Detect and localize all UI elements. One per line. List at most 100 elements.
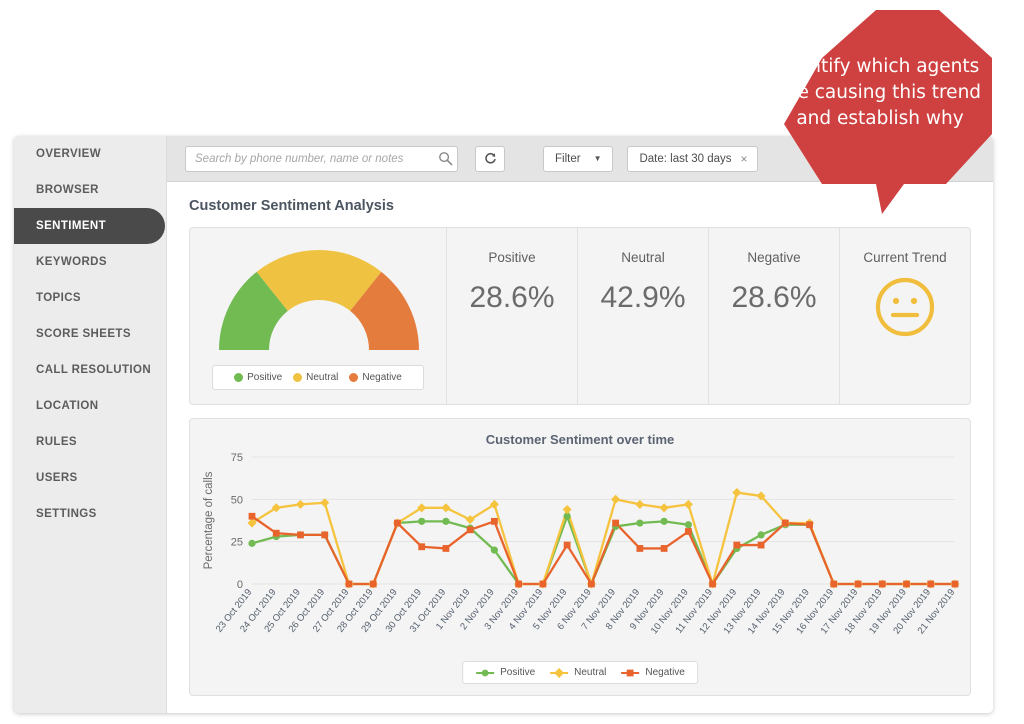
sidebar-item-label: USERS (36, 472, 78, 484)
data-point-neutral (611, 494, 621, 504)
search-box[interactable] (185, 145, 458, 172)
chevron-down-icon: ▼ (593, 154, 602, 163)
kpi-value: 28.6% (469, 281, 555, 314)
data-point-negative (733, 541, 741, 549)
data-point-negative (612, 519, 620, 527)
y-axis-tick-label: 25 (231, 537, 243, 549)
callout-text: Identify which agents are causing this t… (778, 56, 982, 129)
y-axis-tick-label: 75 (231, 452, 243, 464)
kpi-positive: Positive 28.6% (447, 228, 578, 404)
data-point-negative (587, 580, 595, 588)
sentiment-gauge: Positive Neutral Negative (190, 228, 447, 404)
data-point-negative (297, 531, 304, 539)
sidebar-item-users[interactable]: USERS (14, 460, 166, 496)
sidebar-item-label: LOCATION (36, 400, 99, 412)
sentiment-summary-card: Positive Neutral Negative Positive 28.6%… (189, 227, 971, 405)
app-window: OVERVIEW BROWSER SENTIMENT KEYWORDS TOPI… (14, 136, 993, 713)
data-point-negative (781, 519, 789, 527)
close-icon[interactable]: × (741, 152, 748, 166)
search-input[interactable] (186, 151, 433, 166)
series-line-positive (250, 515, 957, 586)
gauge-chart (219, 250, 419, 350)
legend-marker-diamond (550, 667, 569, 678)
date-filter-chip[interactable]: Date: last 30 days × (627, 145, 758, 172)
sidebar-item-label: SENTIMENT (36, 220, 107, 232)
kpi-negative: Negative 28.6% (709, 228, 840, 404)
chart-legend-item-negative: Negative (620, 667, 685, 678)
sidebar-item-location[interactable]: LOCATION (14, 388, 166, 424)
sidebar-item-overview[interactable]: OVERVIEW (14, 136, 166, 172)
data-point-negative (345, 580, 353, 588)
data-point-negative (660, 545, 668, 552)
legend-marker-circle (476, 669, 495, 676)
sidebar-item-call-resolution[interactable]: CALL RESOLUTION (14, 352, 166, 388)
data-point-negative (442, 545, 450, 552)
sidebar-item-browser[interactable]: BROWSER (14, 172, 166, 208)
search-icon[interactable] (433, 147, 457, 171)
data-point-negative (951, 580, 959, 588)
page-title: Customer Sentiment Analysis (189, 198, 394, 214)
sentiment-line-chart: 0255075Percentage of calls23 Oct 201924 … (203, 452, 960, 636)
sidebar-item-rules[interactable]: RULES (14, 424, 166, 460)
refresh-button[interactable] (475, 145, 505, 172)
sidebar-item-sentiment[interactable]: SENTIMENT (14, 208, 165, 244)
sidebar-item-label: BROWSER (36, 184, 99, 196)
data-point-positive (684, 521, 692, 529)
sidebar-item-settings[interactable]: SETTINGS (14, 496, 166, 532)
series-line-negative (250, 515, 957, 586)
sidebar-item-keywords[interactable]: KEYWORDS (14, 244, 166, 280)
kpi-value: 28.6% (731, 281, 817, 314)
sidebar-item-label: RULES (36, 436, 77, 448)
data-point-negative (684, 528, 692, 535)
kpi-label: Negative (747, 250, 801, 265)
content-area: Filter ▼ Date: last 30 days × Customer S… (166, 136, 993, 713)
kpi-neutral: Neutral 42.9% (578, 228, 709, 404)
sidebar-item-label: OVERVIEW (36, 148, 101, 160)
data-point-neutral (295, 499, 306, 509)
data-point-negative (903, 580, 910, 588)
chart-title: Customer Sentiment over time (485, 432, 675, 447)
sidebar-item-label: TOPICS (36, 292, 82, 304)
gauge-legend-label: Negative (362, 372, 402, 383)
date-filter-label: Date: last 30 days (639, 152, 732, 165)
data-point-negative (563, 541, 571, 549)
data-point-negative (321, 531, 329, 539)
data-point-positive (660, 517, 668, 525)
data-point-negative (830, 580, 838, 588)
data-point-negative (418, 543, 426, 551)
legend-marker-square (621, 669, 640, 676)
gauge-legend-item-positive: Positive (234, 372, 282, 383)
data-point-negative (927, 580, 935, 588)
series-line-neutral (250, 491, 957, 586)
data-point-neutral (659, 503, 669, 513)
current-trend-cell: Current Trend (840, 228, 970, 404)
screenshot-root: OVERVIEW BROWSER SENTIMENT KEYWORDS TOPI… (0, 0, 1024, 724)
chart-legend-label: Neutral (574, 667, 607, 678)
data-point-positive (418, 517, 426, 525)
chart-legend-label: Positive (500, 667, 536, 678)
data-point-negative (878, 580, 886, 588)
filter-dropdown[interactable]: Filter ▼ (543, 145, 614, 172)
sidebar-item-score-sheets[interactable]: SCORE SHEETS (14, 316, 166, 352)
gauge-legend-item-neutral: Neutral (293, 372, 338, 383)
y-axis-title: Percentage of calls (203, 471, 215, 569)
gauge-legend-item-negative: Negative (349, 372, 402, 383)
legend-swatch-negative (349, 373, 359, 382)
kpi-value: 42.9% (600, 281, 686, 314)
chart-legend-label: Negative (645, 667, 685, 678)
kpi-label: Positive (488, 250, 536, 265)
refresh-icon (484, 152, 496, 164)
chart-legend-item-positive: Positive (475, 667, 535, 678)
data-point-positive (490, 546, 499, 554)
data-point-negative (394, 519, 401, 527)
sidebar-item-topics[interactable]: TOPICS (14, 280, 166, 316)
data-point-negative (806, 521, 813, 529)
data-point-neutral (441, 503, 451, 513)
y-axis-tick-label: 0 (237, 579, 243, 591)
gauge-legend-label: Neutral (306, 372, 339, 383)
legend-swatch-neutral (293, 373, 303, 382)
filter-label: Filter (555, 152, 581, 165)
data-point-negative (757, 541, 765, 549)
sentiment-over-time-card: Customer Sentiment over time 0 25 50 75 Perc… (189, 418, 971, 696)
data-point-negative (248, 512, 256, 520)
